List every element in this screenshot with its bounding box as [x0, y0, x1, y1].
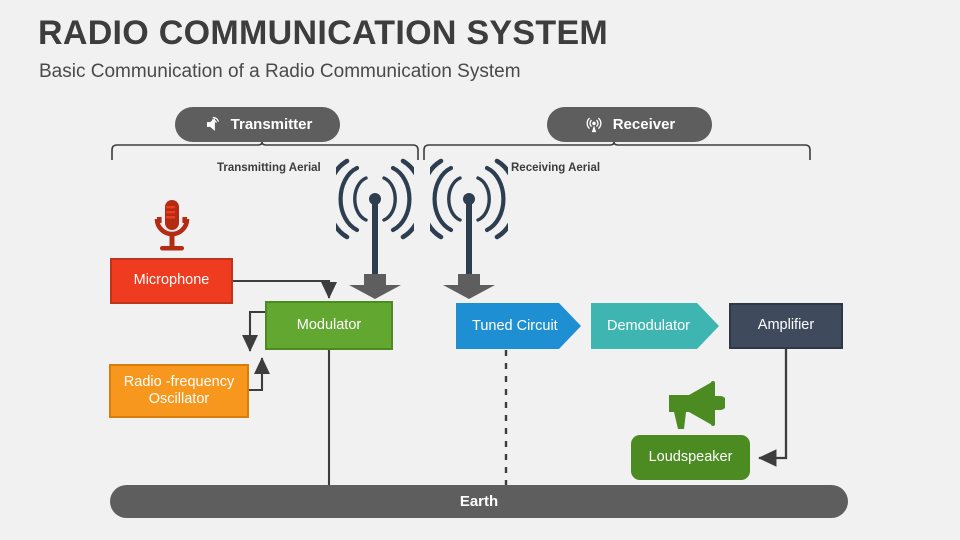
block-demodulator-label: Demodulator — [607, 318, 691, 334]
section-pill-transmitter-label: Transmitter — [230, 116, 313, 133]
block-oscillator-label-line2: Oscillator — [148, 391, 210, 407]
block-amplifier-label: Amplifier — [757, 317, 815, 334]
block-oscillator[interactable]: Radio -frequency Oscillator — [109, 364, 249, 418]
broadcast-tower-icon — [584, 115, 604, 135]
block-modulator-label: Modulator — [296, 316, 362, 333]
aerial-label-transmitting: Transmitting Aerial — [217, 162, 321, 174]
section-pill-receiver[interactable]: Receiver — [547, 107, 712, 142]
section-pill-transmitter[interactable]: Transmitter — [175, 107, 340, 142]
megaphone-icon — [669, 381, 725, 429]
microphone-icon — [154, 200, 190, 251]
receiving-antenna-icon — [430, 158, 508, 274]
page-subtitle: Basic Communication of a Radio Communica… — [39, 61, 521, 82]
block-microphone-label: Microphone — [133, 272, 210, 289]
receive-down-arrow-icon — [443, 274, 495, 299]
block-loudspeaker-label: Loudspeaker — [648, 448, 733, 465]
block-modulator[interactable]: Modulator — [265, 301, 393, 350]
block-microphone[interactable]: Microphone — [110, 258, 233, 304]
diagram-canvas: RADIO COMMUNICATION SYSTEM Basic Communi… — [0, 0, 960, 540]
section-pill-receiver-label: Receiver — [612, 116, 676, 133]
page-title: RADIO COMMUNICATION SYSTEM — [38, 14, 609, 52]
block-earth[interactable]: Earth — [110, 485, 848, 518]
block-earth-label: Earth — [459, 493, 499, 510]
transmitting-antenna-icon — [336, 158, 414, 274]
block-loudspeaker[interactable]: Loudspeaker — [631, 435, 750, 480]
transmit-down-arrow-icon — [349, 274, 401, 299]
block-tuned-circuit-label: Tuned Circuit — [472, 318, 558, 334]
speaker-waves-icon — [203, 115, 222, 134]
block-tuned-circuit[interactable]: Tuned Circuit — [456, 303, 581, 349]
block-oscillator-label-line1: Radio -frequency — [123, 373, 235, 390]
block-amplifier[interactable]: Amplifier — [729, 303, 843, 349]
block-demodulator[interactable]: Demodulator — [591, 303, 719, 349]
aerial-label-receiving: Receiving Aerial — [511, 162, 601, 174]
